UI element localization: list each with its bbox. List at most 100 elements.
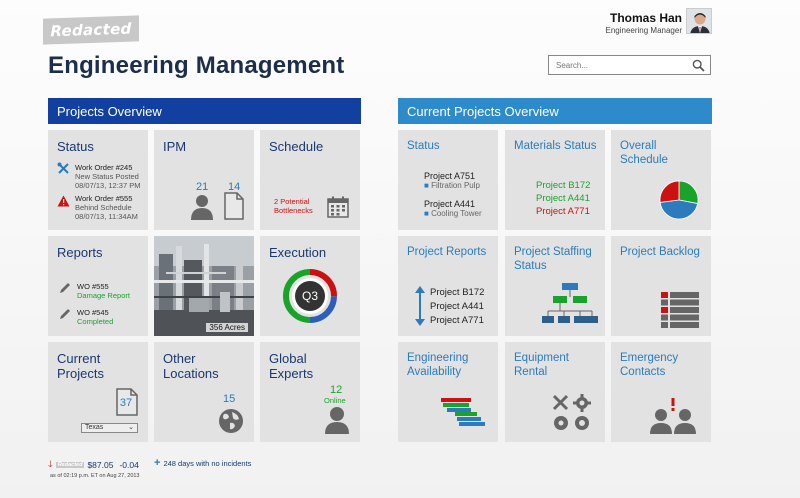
current-projects-title-line1: Current xyxy=(57,351,101,366)
current-projects-tile[interactable]: Current Projects 37 Texas ⌄ xyxy=(48,342,148,442)
project-staffing-tile[interactable]: Project Staffing Status xyxy=(505,236,605,336)
materials-status-tile[interactable]: Materials Status Project B172 Project A4… xyxy=(505,130,605,230)
company-logo: Redacted xyxy=(43,15,139,45)
search-icon[interactable] xyxy=(692,59,705,77)
stock-ticker[interactable]: 🡓 Redacted $87.05 -0.04 as of 02:19 p.m.… xyxy=(48,457,140,479)
engineering-availability-title-line2: Availability xyxy=(407,366,462,378)
project-reports-title: Project Reports xyxy=(407,246,487,258)
project-report-item[interactable]: Project A771 xyxy=(430,314,484,328)
execution-title: Execution xyxy=(269,245,327,260)
safety-text: 248 days with no incidents xyxy=(163,458,252,468)
materials-project[interactable]: Project B172 xyxy=(536,179,590,192)
person-icon xyxy=(325,406,349,439)
status-item-time: 08/07/13, 12:37 PM xyxy=(75,181,141,190)
ipm-title: IPM xyxy=(163,139,187,154)
overall-schedule-title-line1: Overall xyxy=(620,140,657,152)
stock-change: -0.04 xyxy=(119,460,139,470)
plus-icon: + xyxy=(154,457,161,469)
user-info[interactable]: Thomas Han Engineering Manager xyxy=(606,11,683,35)
equipment-rental-title: Equipment Rental xyxy=(514,351,569,379)
report-wo: WO #545 xyxy=(77,308,109,317)
emergency-people-icon xyxy=(650,398,696,434)
schedule-pie-chart xyxy=(659,180,699,220)
experts-online-label: Online xyxy=(324,396,346,405)
bottleneck-alert: 2 Potential Bottlenecks xyxy=(274,197,313,215)
report-item[interactable]: WO #545 Completed xyxy=(77,308,113,326)
backlog-list-icon xyxy=(661,292,699,328)
page-title: Engineering Management xyxy=(48,52,345,79)
other-locations-count: 15 xyxy=(223,393,236,405)
global-experts-tile[interactable]: Global Experts 12 Online xyxy=(260,342,360,442)
current-projects-title-line2: Projects xyxy=(57,366,104,381)
engineering-availability-tile[interactable]: Engineering Availability xyxy=(398,342,498,442)
pencil-icon xyxy=(58,282,71,300)
global-experts-title-line1: Global xyxy=(269,351,307,366)
equipment-rental-tile[interactable]: Equipment Rental xyxy=(505,342,605,442)
project-reports-list: Project B172 Project A441 Project A771 xyxy=(430,286,484,328)
reports-title: Reports xyxy=(57,245,103,260)
globe-icon xyxy=(218,408,244,439)
status-item-time: 08/07/13, 11:34AM xyxy=(75,212,138,221)
execution-tile[interactable]: Execution Q3 xyxy=(260,236,360,336)
project-status-item[interactable]: Project A751 ■ Filtration Pulp xyxy=(424,171,480,191)
ipm-tile[interactable]: IPM 21 14 xyxy=(154,130,254,230)
equipment-rental-title-line2: Rental xyxy=(514,366,548,378)
project-staffing-title-line2: Status xyxy=(514,260,547,272)
project-status-tile[interactable]: Status Project A751 ■ Filtration Pulp Pr… xyxy=(398,130,498,230)
status-item[interactable]: Work Order #245 New Status Posted 08/07/… xyxy=(75,163,140,190)
materials-project[interactable]: Project A441 xyxy=(536,192,590,205)
avatar[interactable] xyxy=(686,8,712,34)
engineering-availability-title: Engineering Availability xyxy=(407,351,468,379)
people-count: 21 xyxy=(196,181,209,193)
quarter-label: Q3 xyxy=(301,289,318,303)
project-staffing-title-line1: Project Staffing xyxy=(514,246,592,258)
project-report-item[interactable]: Project A441 xyxy=(430,300,484,314)
emergency-contacts-tile[interactable]: Emergency Contacts xyxy=(611,342,711,442)
pie-slice-blue xyxy=(659,199,699,220)
project-report-item[interactable]: Project B172 xyxy=(430,286,484,300)
status-item-subtitle: Behind Schedule xyxy=(75,203,132,212)
bullet-icon: ■ xyxy=(424,209,432,218)
project-detail: ■ Filtration Pulp xyxy=(424,181,480,191)
current-projects-count: 37 xyxy=(119,397,133,409)
region-dropdown[interactable]: Texas ⌄ xyxy=(81,423,138,433)
pencil-icon xyxy=(58,308,71,326)
search-input[interactable] xyxy=(549,60,679,70)
status-item[interactable]: Work Order #555 Behind Schedule 08/07/13… xyxy=(75,194,138,221)
search-box[interactable] xyxy=(548,55,711,75)
materials-project[interactable]: Project A771 xyxy=(536,205,590,218)
project-reports-tile[interactable]: Project Reports Project B172 Project A44… xyxy=(398,236,498,336)
industrial-plant-image xyxy=(154,236,254,336)
equipment-rental-title-line1: Equipment xyxy=(514,352,569,364)
person-icon xyxy=(191,194,213,225)
document-icon xyxy=(224,192,244,225)
overall-schedule-tile[interactable]: Overall Schedule xyxy=(611,130,711,230)
project-staffing-title: Project Staffing Status xyxy=(514,245,592,273)
other-locations-title: Other Locations xyxy=(163,351,219,381)
other-locations-title-line1: Other xyxy=(163,351,196,366)
report-item[interactable]: WO #555 Damage Report xyxy=(77,282,130,300)
report-status: Completed xyxy=(77,317,114,326)
emergency-contacts-title: Emergency Contacts xyxy=(620,351,678,379)
tools-gears-icon xyxy=(552,394,591,430)
other-locations-title-line2: Locations xyxy=(163,366,219,381)
stock-price: $87.05 xyxy=(87,460,114,470)
bullet-icon: ■ xyxy=(424,181,432,190)
current-projects-title: Current Projects xyxy=(57,351,104,381)
project-status-item[interactable]: Project A441 ■ Cooling Tower xyxy=(424,199,482,219)
project-backlog-tile[interactable]: Project Backlog xyxy=(611,236,711,336)
other-locations-tile[interactable]: Other Locations 15 xyxy=(154,342,254,442)
down-arrow-icon: 🡓 xyxy=(48,459,53,469)
project-backlog-title: Project Backlog xyxy=(620,246,700,258)
logo-text: Redacted xyxy=(50,19,132,41)
up-down-arrow-icon xyxy=(415,286,425,331)
status-tile[interactable]: Status Work Order #245 New Status Posted… xyxy=(48,130,148,230)
emergency-contacts-title-line1: Emergency xyxy=(620,352,679,364)
reports-tile[interactable]: Reports WO #555 Damage Report WO #545 Co… xyxy=(48,236,148,336)
site-photo-tile[interactable]: 356 Acres xyxy=(154,236,254,336)
schedule-tile[interactable]: Schedule 2 Potential Bottlenecks xyxy=(260,130,360,230)
project-name: Project A441 xyxy=(424,199,476,209)
user-name: Thomas Han xyxy=(609,11,682,25)
materials-status-title: Materials Status xyxy=(514,140,597,152)
wrench-screwdriver-icon xyxy=(57,162,70,180)
